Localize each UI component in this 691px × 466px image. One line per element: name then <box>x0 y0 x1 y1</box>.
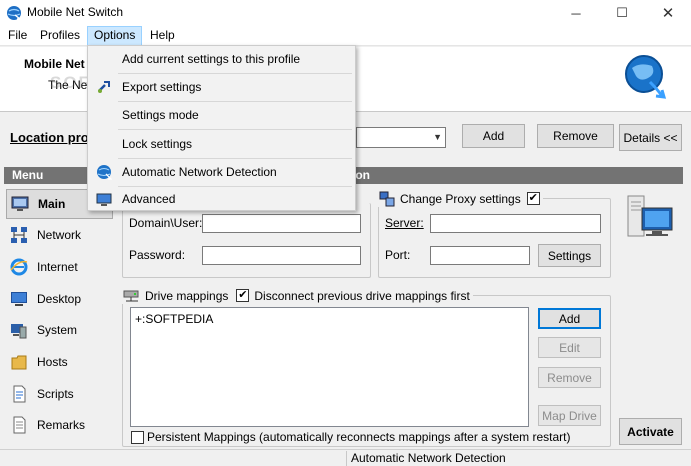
network-detection-icon <box>97 165 112 180</box>
drive-mappings-label: Drive mappings <box>145 288 229 303</box>
map-drive-button[interactable]: Map Drive <box>538 405 601 426</box>
disconnect-previous-checkbox[interactable]: ✔ <box>236 289 250 302</box>
menu-bar: File Profiles Options Help <box>0 26 691 46</box>
side-item-internet[interactable]: Internet <box>6 252 113 282</box>
add-profile-button[interactable]: Add <box>462 124 525 148</box>
side-item-hosts[interactable]: Hosts <box>6 347 113 377</box>
side-item-label: Remarks <box>37 418 86 432</box>
password-input[interactable] <box>202 246 361 265</box>
menu-item-label: Advanced <box>122 192 176 206</box>
status-pane-2: Automatic Network Detection <box>346 451 546 466</box>
side-item-label: Main <box>38 197 66 211</box>
menu-file[interactable]: File <box>2 26 33 46</box>
location-profile-select[interactable]: ▼ <box>356 127 446 148</box>
proxy-title-label: Change Proxy settings <box>400 191 521 206</box>
menu-item-advanced[interactable]: Advanced <box>90 187 353 211</box>
proxy-settings-button[interactable]: Settings <box>538 244 601 267</box>
persistent-mappings-label: Persistent Mappings (automatically recon… <box>147 430 571 444</box>
desktop-icon <box>11 292 27 306</box>
menu-item-automatic-network-detection[interactable]: Automatic Network Detection <box>90 160 353 184</box>
window-title: Mobile Net Switch <box>27 5 124 19</box>
remarks-icon <box>13 416 26 434</box>
domain-user-input[interactable] <box>202 214 361 233</box>
maximize-button[interactable]: ☐ <box>599 0 645 26</box>
side-menu: Main Network Internet Desktop System Hos… <box>4 185 115 445</box>
list-item[interactable]: +:SOFTPEDIA <box>135 312 213 326</box>
menu-item-label: Add current settings to this profile <box>122 52 301 66</box>
menu-item-label: Settings mode <box>122 108 199 122</box>
menu-separator <box>118 73 352 74</box>
menu-separator <box>118 101 352 102</box>
activate-button[interactable]: Activate <box>619 418 682 445</box>
password-label: Password: <box>129 248 186 262</box>
menu-item-lock-settings[interactable]: Lock settings <box>90 132 353 156</box>
menu-item-label: Export settings <box>122 80 202 94</box>
side-item-label: Internet <box>37 260 78 274</box>
location-profile-label: Location pro <box>10 130 89 145</box>
menu-profiles[interactable]: Profiles <box>34 26 86 46</box>
details-button[interactable]: Details << <box>619 124 682 151</box>
remove-drive-button[interactable]: Remove <box>538 367 601 388</box>
options-dropdown-menu: Add current settings to this profile Exp… <box>87 45 356 211</box>
side-item-desktop[interactable]: Desktop <box>6 284 113 314</box>
side-item-label: Scripts <box>37 387 74 401</box>
minimize-button[interactable]: ─ <box>553 0 599 26</box>
computer-icon <box>627 195 673 237</box>
add-drive-button[interactable]: Add <box>538 308 601 329</box>
menu-separator <box>118 129 352 130</box>
proxy-icon <box>379 191 395 206</box>
network-drive-icon <box>123 290 139 301</box>
server-label: Server: <box>385 216 424 230</box>
header-title: Mobile Net <box>24 57 85 71</box>
side-item-label: Network <box>37 228 82 242</box>
menu-item-label: Lock settings <box>122 137 193 151</box>
side-item-label: System <box>37 323 78 337</box>
status-pane-1 <box>0 451 346 466</box>
menu-item-label: Automatic Network Detection <box>122 165 277 179</box>
status-bar: Automatic Network Detection <box>0 449 691 466</box>
side-item-label: Desktop <box>37 292 82 306</box>
proxy-group-title: Change Proxy settings ✔ <box>376 190 543 207</box>
domain-user-label: Domain\User: <box>129 216 203 230</box>
drive-mappings-list[interactable]: +:SOFTPEDIA <box>130 307 529 427</box>
title-bar[interactable]: Mobile Net Switch ─ ☐ ✕ <box>0 0 691 26</box>
server-input[interactable] <box>430 214 601 233</box>
system-icon <box>11 324 27 339</box>
main-icon <box>11 196 29 211</box>
export-icon <box>98 81 110 93</box>
disconnect-previous-label: Disconnect previous drive mappings first <box>254 288 470 303</box>
remove-profile-button[interactable]: Remove <box>537 124 614 148</box>
drive-mappings-title: Drive mappings ✔ Disconnect previous dri… <box>120 287 473 304</box>
menu-item-settings-mode[interactable]: Settings mode <box>90 103 353 127</box>
side-item-system[interactable]: System <box>6 315 113 345</box>
port-label: Port: <box>385 248 411 262</box>
side-item-remarks[interactable]: Remarks <box>6 410 113 440</box>
menu-options[interactable]: Options <box>87 26 143 46</box>
port-input[interactable] <box>430 246 530 265</box>
internet-explorer-icon <box>10 258 28 276</box>
globe-arrow-icon <box>7 6 22 20</box>
side-item-label: Hosts <box>37 355 68 369</box>
advanced-icon <box>96 193 112 206</box>
menu-item-export-settings[interactable]: Export settings <box>90 75 353 99</box>
scripts-icon <box>13 385 26 403</box>
network-icon <box>11 227 27 243</box>
side-item-network[interactable]: Network <box>6 220 113 250</box>
menu-help[interactable]: Help <box>144 26 181 46</box>
close-button[interactable]: ✕ <box>645 0 691 26</box>
side-item-scripts[interactable]: Scripts <box>6 379 113 409</box>
menu-separator <box>118 158 352 159</box>
change-proxy-checkbox[interactable]: ✔ <box>526 192 540 205</box>
menu-item-add-current-settings[interactable]: Add current settings to this profile <box>90 47 353 71</box>
globe-logo-icon <box>625 55 667 99</box>
persistent-mappings-checkbox[interactable] <box>131 431 144 444</box>
edit-drive-button[interactable]: Edit <box>538 337 601 358</box>
chevron-down-icon[interactable]: ▼ <box>433 132 442 142</box>
hosts-icon <box>11 355 27 370</box>
